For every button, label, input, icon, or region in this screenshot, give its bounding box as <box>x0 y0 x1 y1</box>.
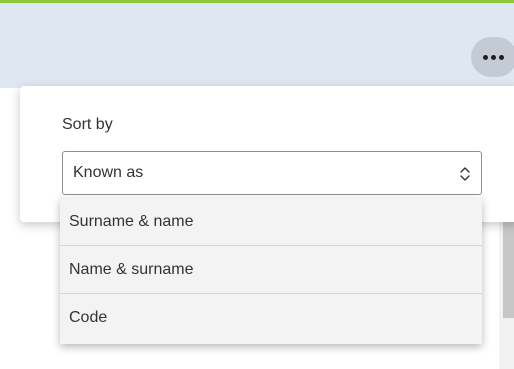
sort-select-value: Known as <box>73 164 144 181</box>
sort-by-label: Sort by <box>62 116 113 133</box>
sort-options-list: Surname & name Name & surname Code <box>60 198 482 344</box>
up-down-chevrons-icon <box>460 167 470 181</box>
scrollbar-thumb[interactable] <box>503 208 514 318</box>
header-bar <box>0 3 514 88</box>
sort-option-code[interactable]: Code <box>60 294 482 342</box>
more-horizontal-icon <box>483 54 488 60</box>
more-options-button[interactable] <box>471 37 514 77</box>
sort-option-surname-name[interactable]: Surname & name <box>60 198 482 246</box>
sort-option-name-surname[interactable]: Name & surname <box>60 246 482 294</box>
sort-select[interactable]: Known as <box>62 151 482 195</box>
